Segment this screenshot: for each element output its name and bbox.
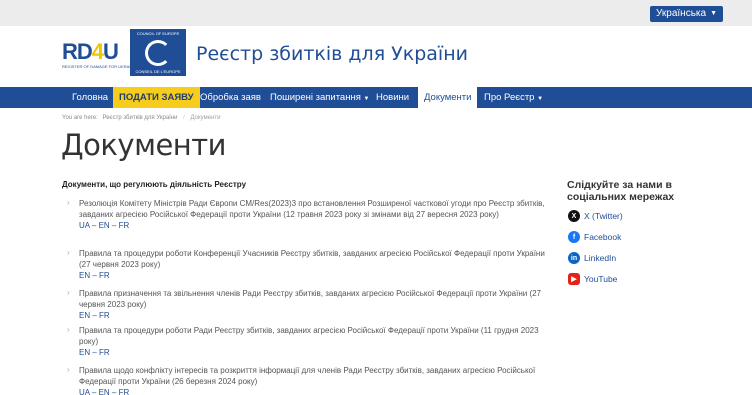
nav-apply-button[interactable]: ПОДАТИ ЗАЯВУ — [113, 87, 200, 108]
top-bar: Українська ▼ — [0, 0, 752, 26]
social-link-youtube[interactable]: ▶ YouTube — [568, 273, 617, 285]
chevron-right-icon: › — [67, 198, 70, 207]
linkedin-icon: in — [568, 252, 580, 264]
breadcrumb-separator: / — [183, 115, 185, 121]
chevron-right-icon: › — [67, 288, 70, 297]
chevron-right-icon: › — [67, 248, 70, 257]
coe-logo-bottom-text: CONSEIL DE L'EUROPE — [135, 69, 181, 74]
document-title[interactable]: Резолюція Комітету Міністрів Ради Європи… — [79, 199, 545, 219]
council-of-europe-logo[interactable]: COUNCIL OF EUROPE CONSEIL DE L'EUROPE — [130, 29, 186, 76]
social-label: X (Twitter) — [584, 211, 623, 221]
rd4u-logo-text: RD4U — [62, 39, 119, 64]
x-icon: X — [568, 210, 580, 222]
document-title[interactable]: Правила та процедури роботи Ради Реєстру… — [79, 326, 539, 346]
social-link-linkedin[interactable]: in LinkedIn — [568, 252, 616, 264]
nav-claims-processing[interactable]: Обробка заяв — [194, 87, 267, 108]
coe-emblem-icon — [145, 40, 171, 66]
caret-down-icon: ▼ — [710, 10, 718, 17]
caret-down-icon: ▼ — [537, 96, 544, 102]
language-label: Українська — [656, 8, 707, 19]
document-language-links[interactable]: UA – EN – FR — [79, 220, 549, 231]
chevron-right-icon: › — [67, 325, 70, 334]
chevron-right-icon: › — [67, 365, 70, 374]
document-language-links[interactable]: UA – EN – FR — [79, 387, 549, 395]
rd4u-logo-subtitle: REGISTER OF DAMAGE FOR UKRAINE — [62, 64, 137, 69]
language-selector[interactable]: Українська ▼ — [650, 6, 724, 22]
nav-about-label: Про Реєстр — [484, 92, 535, 103]
nav-documents[interactable]: Документи — [418, 87, 478, 108]
page-title: Документи — [61, 128, 227, 162]
facebook-icon: f — [568, 231, 580, 243]
social-label: YouTube — [584, 274, 618, 284]
document-title[interactable]: Правила призначення та звільнення членів… — [79, 289, 541, 309]
nav-news[interactable]: Новини — [370, 87, 415, 108]
nav-faq-label: Поширені запитання — [270, 92, 361, 103]
site-title[interactable]: Реєстр збитків для України — [196, 43, 468, 65]
document-language-links[interactable]: EN – FR — [79, 347, 549, 358]
breadcrumb-prefix: You are here: — [62, 115, 98, 121]
breadcrumb-current: Документи — [190, 115, 221, 121]
document-language-links[interactable]: EN – FR — [79, 310, 549, 321]
nav-about[interactable]: Про Реєстр ▼ — [478, 87, 549, 108]
main-navigation: Головна ПОДАТИ ЗАЯВУ Обробка заяв Пошире… — [0, 87, 752, 108]
social-label: Facebook — [584, 232, 622, 242]
social-link-x[interactable]: X X (Twitter) — [568, 210, 623, 222]
breadcrumb-home[interactable]: Реєстр збитків для України — [102, 115, 177, 121]
document-language-links[interactable]: EN – FR — [79, 270, 549, 281]
document-title[interactable]: Правила та процедури роботи Конференції … — [79, 249, 545, 269]
social-label: LinkedIn — [584, 253, 617, 263]
social-link-facebook[interactable]: f Facebook — [568, 231, 621, 243]
caret-down-icon: ▼ — [363, 96, 370, 102]
youtube-icon: ▶ — [568, 273, 580, 285]
breadcrumb: You are here: Реєстр збитків для України… — [62, 115, 220, 121]
document-title[interactable]: Правила щодо конфлікту інтересів та розк… — [79, 366, 535, 386]
rd4u-logo[interactable]: RD4U REGISTER OF DAMAGE FOR UKRAINE — [62, 39, 137, 74]
section-heading: Документи, що регулюють діяльність Реєст… — [62, 180, 247, 189]
nav-faq[interactable]: Поширені запитання ▼ — [264, 87, 375, 108]
social-heading: Слідкуйте за нами в соціальних мережах — [567, 179, 675, 203]
nav-home[interactable]: Головна — [66, 87, 114, 108]
coe-logo-top-text: COUNCIL OF EUROPE — [136, 31, 180, 36]
